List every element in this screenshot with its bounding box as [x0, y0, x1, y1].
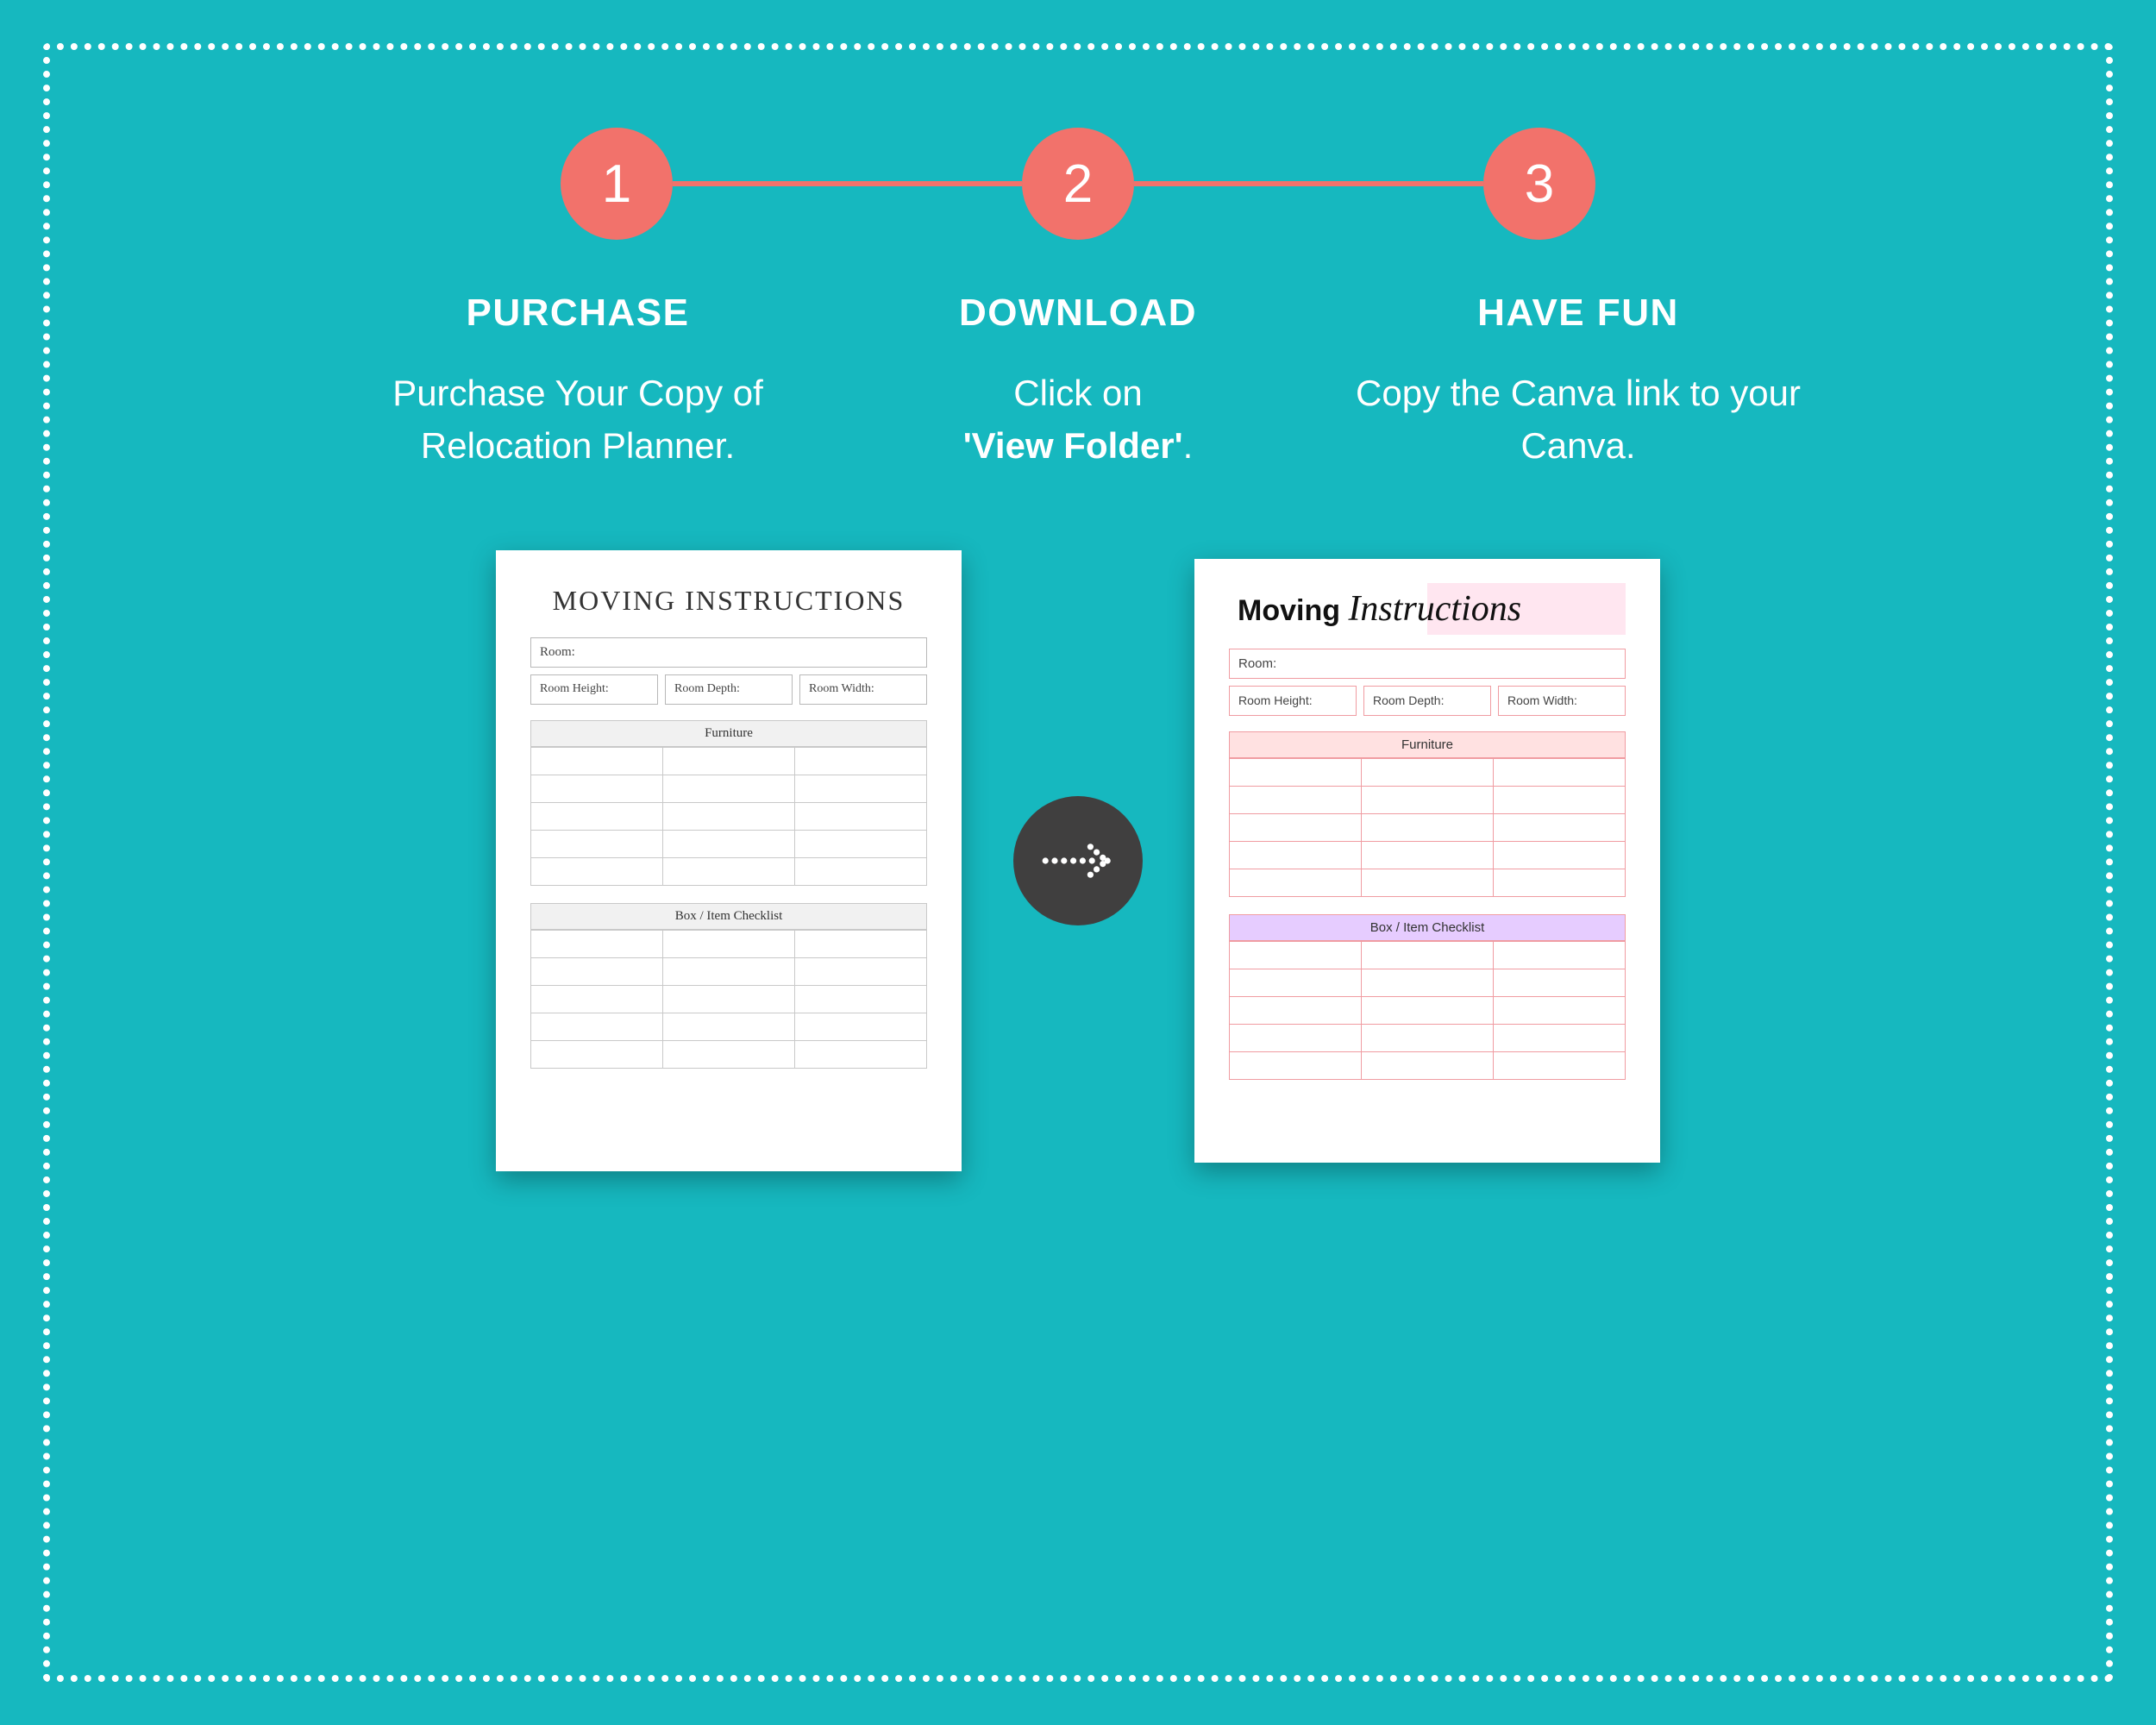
step-col-download: DOWNLOAD Click on 'View Folder'.: [837, 292, 1319, 473]
step-circle-1: 1: [561, 128, 673, 240]
section-head-checklist: Box / Item Checklist: [530, 903, 927, 930]
documents-preview-row: MOVING INSTRUCTIONS Room: Room Height: R…: [179, 550, 1977, 1171]
doc-preview-mono: MOVING INSTRUCTIONS Room: Room Height: R…: [496, 550, 962, 1171]
step-body-pre: Click on: [1013, 373, 1142, 413]
section-head-furniture: Furniture: [530, 720, 927, 747]
step-col-have-fun: HAVE FUN Copy the Canva link to your Can…: [1337, 292, 1820, 473]
furniture-table: [530, 747, 927, 886]
field-room-depth: Room Depth:: [665, 674, 793, 705]
step-circle-3: 3: [1483, 128, 1595, 240]
dim-row: Room Height: Room Depth: Room Width:: [1229, 686, 1626, 716]
doc-title-word2: Instructions: [1348, 589, 1521, 629]
step-title: PURCHASE: [336, 292, 819, 335]
section-head-furniture: Furniture: [1229, 731, 1626, 758]
field-room: Room:: [530, 637, 927, 668]
step-body: Click on 'View Folder'.: [837, 367, 1319, 473]
step-connector: [673, 181, 1022, 186]
doc-title-word1: Moving: [1238, 594, 1340, 627]
section-head-checklist: Box / Item Checklist: [1229, 914, 1626, 941]
furniture-table: [1229, 758, 1626, 897]
doc-preview-color: Moving Instructions Room: Room Height: R…: [1194, 559, 1660, 1163]
checklist-table: [530, 930, 927, 1069]
arrow-icon: [1013, 796, 1143, 925]
step-body-post: .: [1183, 425, 1194, 466]
field-room-height: Room Height:: [530, 674, 658, 705]
field-room: Room:: [1229, 649, 1626, 679]
step-col-purchase: PURCHASE Purchase Your Copy of Relocatio…: [336, 292, 819, 473]
step-body: Copy the Canva link to your Canva.: [1337, 367, 1820, 473]
step-body-bold: 'View Folder': [963, 425, 1183, 466]
step-circle-2: 2: [1022, 128, 1134, 240]
step-body: Purchase Your Copy of Relocation Planner…: [336, 367, 819, 473]
field-room-depth: Room Depth:: [1363, 686, 1491, 716]
steps-text-row: PURCHASE Purchase Your Copy of Relocatio…: [336, 292, 1820, 473]
step-title: DOWNLOAD: [837, 292, 1319, 335]
steps-row: 1 2 3: [561, 128, 1595, 240]
dim-row: Room Height: Room Depth: Room Width:: [530, 674, 927, 705]
step-connector: [1134, 181, 1483, 186]
checklist-table: [1229, 941, 1626, 1080]
field-room-width: Room Width:: [799, 674, 927, 705]
dotted-frame: 1 2 3 PURCHASE Purchase Your Copy of Rel…: [43, 43, 2113, 1682]
doc-title: MOVING INSTRUCTIONS: [530, 585, 927, 617]
doc-title: Moving Instructions: [1229, 583, 1626, 635]
step-title: HAVE FUN: [1337, 292, 1820, 335]
field-room-height: Room Height:: [1229, 686, 1357, 716]
field-room-width: Room Width:: [1498, 686, 1626, 716]
